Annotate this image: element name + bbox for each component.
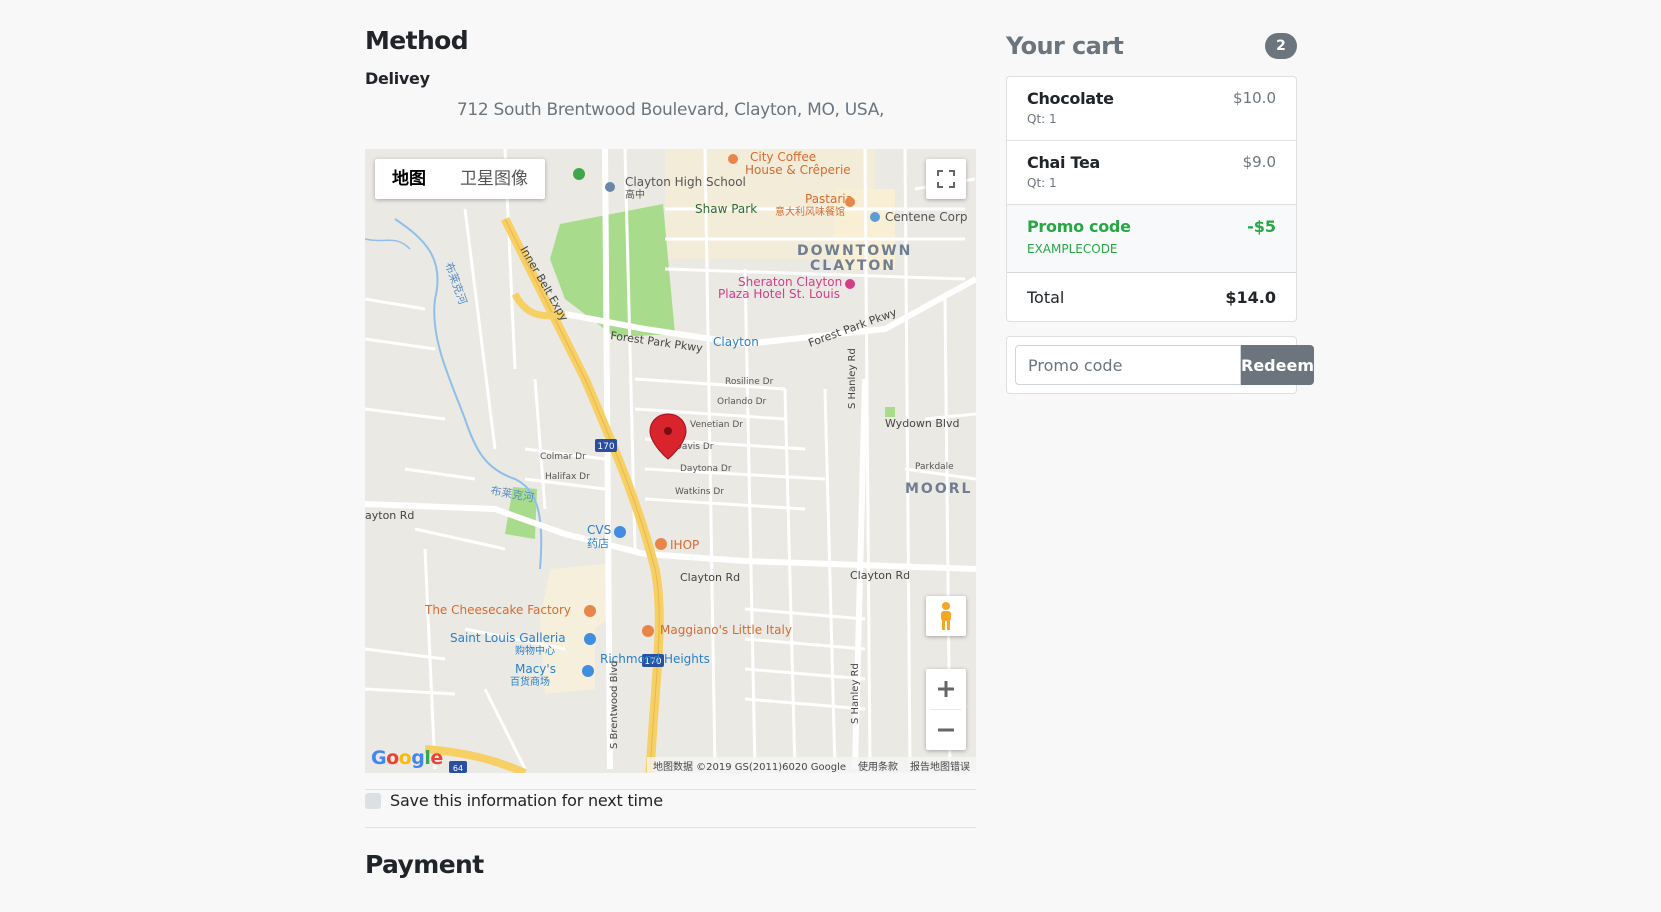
road-colmar: Colmar Dr bbox=[540, 452, 586, 462]
poi-macys-2: 百货商场 bbox=[510, 675, 550, 688]
cart-list: Chocolate Qt: 1 $10.0 Chai Tea Qt: 1 $9.… bbox=[1006, 76, 1297, 322]
road-venetian: Venetian Dr bbox=[690, 420, 743, 430]
cart-total-row: Total $14.0 bbox=[1007, 273, 1296, 321]
cart-item: Chocolate Qt: 1 $10.0 bbox=[1007, 77, 1296, 141]
zoom-in-button[interactable] bbox=[926, 669, 966, 709]
cart-item: Chai Tea Qt: 1 $9.0 bbox=[1007, 141, 1296, 205]
cart-title: Your cart bbox=[1006, 32, 1124, 60]
poi-galleria-1: Saint Louis Galleria bbox=[450, 631, 566, 645]
cart-header: Your cart 2 bbox=[1006, 26, 1297, 66]
road-clayton-rd-1: Clayton Rd bbox=[680, 571, 740, 584]
road-s-hanley-1: S Hanley Rd bbox=[847, 348, 858, 409]
road-parkdale: Parkdale bbox=[915, 462, 954, 472]
total-value: $14.0 bbox=[1225, 287, 1276, 307]
google-logo: Google bbox=[371, 747, 443, 769]
total-label: Total bbox=[1027, 287, 1065, 307]
delivery-map[interactable]: 170 170 64 City Coffee House & Crêperie … bbox=[365, 149, 976, 773]
label-clayton-big: CLAYTON bbox=[810, 258, 896, 274]
road-halifax: Halifax Dr bbox=[545, 472, 590, 482]
road-watkins: Watkins Dr bbox=[675, 487, 724, 497]
promo-code-input[interactable] bbox=[1015, 345, 1241, 385]
poi-maggianos: Maggiano's Little Italy bbox=[660, 623, 792, 637]
fullscreen-icon bbox=[937, 170, 955, 188]
road-rosiline: Rosiline Dr bbox=[725, 377, 774, 387]
cart-promo-row: Promo code EXAMPLECODE -$5 bbox=[1007, 205, 1296, 273]
cart-item-price: $10.0 bbox=[1233, 89, 1276, 107]
poi-gaozhong: 高中 bbox=[625, 188, 645, 201]
pegman-icon bbox=[941, 602, 951, 630]
cart-item-price: $9.0 bbox=[1242, 153, 1276, 171]
map-type-satellite-button[interactable]: 卫星图像 bbox=[443, 159, 545, 199]
poi-clayton-high: Clayton High School bbox=[625, 175, 746, 189]
poi-galleria-2: 购物中心 bbox=[515, 644, 555, 657]
road-clayton-rd-3: ayton Rd bbox=[365, 509, 414, 522]
method-heading: Method bbox=[365, 26, 469, 55]
road-orlando: Orlando Dr bbox=[717, 397, 767, 407]
station-clayton: Clayton bbox=[713, 335, 759, 349]
fullscreen-button[interactable] bbox=[926, 159, 966, 199]
i170-label-1: 170 bbox=[597, 442, 614, 452]
cart-panel: Your cart 2 Chocolate Qt: 1 $10.0 Chai T… bbox=[1006, 26, 1314, 394]
promo-label: Promo code bbox=[1027, 217, 1131, 236]
promo-amount: -$5 bbox=[1247, 217, 1276, 236]
save-info-row[interactable]: Save this information for next time bbox=[365, 791, 663, 810]
save-info-label: Save this information for next time bbox=[390, 791, 663, 810]
poi-city-coffee: City Coffee bbox=[750, 150, 816, 164]
delivery-label: Delivey bbox=[365, 69, 430, 88]
payment-heading: Payment bbox=[365, 850, 484, 879]
delivery-address: 712 South Brentwood Boulevard, Clayton, … bbox=[456, 100, 885, 120]
map-type-map-button[interactable]: 地图 bbox=[375, 159, 443, 199]
cart-count-badge: 2 bbox=[1265, 33, 1297, 59]
map-data-credit: 地图数据 ©2019 GS(2011)6020 Google bbox=[652, 761, 846, 773]
cart-item-name: Chai Tea bbox=[1027, 153, 1101, 172]
poi-pastaria-cn: 意大利风味餐馆 bbox=[775, 205, 845, 218]
promo-form: Redeem bbox=[1006, 336, 1314, 394]
i170-shield-1: 170 bbox=[595, 439, 617, 452]
street-view-button[interactable] bbox=[926, 596, 966, 636]
poi-cheesecake: The Cheesecake Factory bbox=[424, 603, 571, 617]
report-error-link[interactable]: 报告地图错误 bbox=[910, 758, 970, 773]
poi-sheraton-2: Plaza Hotel St. Louis bbox=[718, 287, 840, 301]
plus-icon bbox=[938, 681, 954, 697]
cart-item-qty: Qt: 1 bbox=[1027, 112, 1057, 126]
checkout-form: Method Delivey 712 South Brentwood Boule… bbox=[365, 26, 976, 879]
promo-code-value: EXAMPLECODE bbox=[1027, 242, 1118, 256]
map-type-control: 地图 卫星图像 bbox=[375, 159, 545, 199]
road-s-hanley-2: S Hanley Rd bbox=[850, 663, 861, 724]
road-daytona: Daytona Dr bbox=[680, 464, 732, 474]
save-info-checkbox[interactable] bbox=[365, 792, 381, 809]
poi-ihop: IHOP bbox=[670, 538, 699, 552]
i64-shield: 64 bbox=[449, 761, 467, 773]
label-moorl: MOORL bbox=[905, 481, 972, 497]
terms-link[interactable]: 使用条款 bbox=[858, 758, 898, 773]
redeem-button[interactable]: Redeem bbox=[1241, 345, 1314, 385]
poi-cvs: CVS bbox=[587, 523, 611, 537]
divider bbox=[365, 789, 976, 790]
zoom-out-button[interactable] bbox=[926, 710, 966, 750]
map-attribution: 地图数据 ©2019 GS(2011)6020 Google 使用条款 报告地图… bbox=[646, 757, 976, 773]
divider bbox=[365, 827, 976, 828]
minus-icon bbox=[938, 728, 954, 732]
i64-label: 64 bbox=[453, 764, 463, 773]
map-canvas[interactable]: 170 170 64 City Coffee House & Crêperie … bbox=[365, 149, 976, 773]
label-downtown: DOWNTOWN bbox=[797, 243, 912, 259]
road-wydown: Wydown Blvd bbox=[885, 417, 959, 430]
poi-cvs-cn: 药店 bbox=[587, 536, 609, 550]
poi-macys-1: Macy's bbox=[515, 662, 556, 676]
road-s-brentwood: S Brentwood Blvd bbox=[609, 660, 620, 749]
poi-centene: Centene Corp bbox=[885, 210, 968, 224]
cart-item-qty: Qt: 1 bbox=[1027, 176, 1057, 190]
cart-item-name: Chocolate bbox=[1027, 89, 1114, 108]
poi-shaw-park: Shaw Park bbox=[695, 202, 757, 216]
zoom-control bbox=[926, 669, 966, 750]
poi-creperie: House & Crêperie bbox=[745, 163, 851, 177]
road-clayton-rd-2: Clayton Rd bbox=[850, 569, 910, 582]
